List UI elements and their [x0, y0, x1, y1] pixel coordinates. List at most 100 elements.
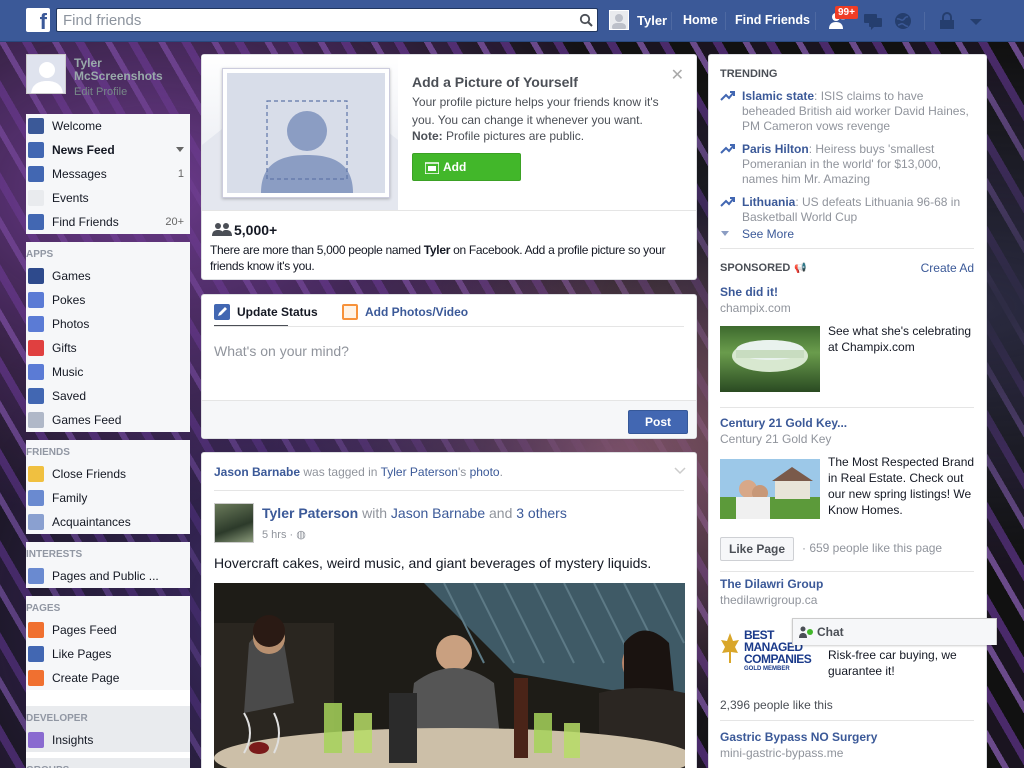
- sidebar-item-welcome[interactable]: Welcome: [26, 114, 190, 138]
- facebook-icon: [28, 118, 44, 134]
- sidebar-item-pokes[interactable]: Pokes: [26, 288, 190, 312]
- ad-image[interactable]: [720, 459, 820, 519]
- like-page-button[interactable]: Like Page: [720, 537, 795, 561]
- sidebar-item-games-feed[interactable]: Games Feed: [26, 408, 190, 432]
- ad-dilawri[interactable]: The Dilawri Group thedilawrigroup.ca BES…: [720, 577, 978, 712]
- trending-topic[interactable]: Lithuania: [742, 195, 795, 209]
- others-link[interactable]: 3 others: [516, 505, 567, 521]
- maple-leaf-icon: [721, 633, 739, 663]
- privacy-lock-icon[interactable]: [936, 11, 958, 31]
- acquaintances-icon: [28, 514, 44, 530]
- ad-gastric[interactable]: Gastric Bypass NO Surgery mini-gastric-b…: [720, 730, 978, 760]
- right-column: TRENDING Islamic state: ISIS claims to h…: [708, 54, 987, 768]
- sidebar-item-messages[interactable]: Messages 1: [26, 162, 190, 186]
- close-icon[interactable]: ✕: [671, 65, 684, 85]
- ad-champix[interactable]: She did it! champix.com See what she's c…: [720, 285, 978, 392]
- sidebar-item-label: Games Feed: [52, 413, 122, 427]
- events-icon: [28, 190, 44, 206]
- sidebar-item-close-friends[interactable]: Close Friends: [26, 462, 190, 486]
- post-button[interactable]: Post: [628, 410, 688, 434]
- context-photo-link[interactable]: photo: [470, 465, 500, 479]
- facebook-logo-icon[interactable]: f: [26, 8, 50, 32]
- create-page-icon: [28, 670, 44, 686]
- add-picture-button[interactable]: Add Picture: [412, 153, 521, 200]
- sidebar-item-label: Events: [52, 191, 89, 205]
- create-ad-link[interactable]: Create Ad: [921, 261, 974, 275]
- story-timestamp[interactable]: 5 hrs · ◍: [262, 528, 306, 541]
- profile-name[interactable]: Tyler McScreenshots: [74, 57, 184, 83]
- ad-century21[interactable]: Century 21 Gold Key... Century 21 Gold K…: [720, 416, 978, 561]
- nav-find-friends-link[interactable]: Find Friends: [735, 13, 810, 27]
- story-photo[interactable]: [214, 583, 685, 768]
- sidebar-item-games[interactable]: Games: [26, 264, 190, 288]
- camera-icon: [425, 162, 439, 174]
- people-icon: [212, 223, 232, 236]
- context-actor-link[interactable]: Jason Barnabe: [214, 465, 300, 479]
- sidebar-item-pages-feed[interactable]: Pages Feed: [26, 618, 190, 642]
- ad-headline[interactable]: The Dilawri Group: [720, 577, 978, 591]
- profile-silhouette-frame[interactable]: [222, 68, 390, 198]
- sidebar-item-count: 20+: [165, 216, 184, 228]
- trending-topic[interactable]: Paris Hilton: [742, 142, 809, 156]
- sidebar-item-family[interactable]: Family: [26, 486, 190, 510]
- tagged-friend-link[interactable]: Jason Barnabe: [391, 505, 485, 521]
- chevron-down-icon[interactable]: [674, 467, 686, 475]
- sidebar-item-pages-and-public[interactable]: Pages and Public ...: [26, 564, 190, 588]
- sidebar-item-create-page[interactable]: Create Page: [26, 666, 190, 690]
- ad-image[interactable]: [720, 326, 820, 392]
- sidebar-item-saved[interactable]: Saved: [26, 384, 190, 408]
- developer-section-title: DEVELOPER: [26, 706, 190, 728]
- search-icon[interactable]: [579, 13, 593, 27]
- sidebar-item-photos[interactable]: Photos: [26, 312, 190, 336]
- prompt-title: Add a Picture of Yourself: [412, 74, 578, 90]
- sidebar-item-find-friends[interactable]: Find Friends 20+: [26, 210, 190, 234]
- sidebar-item-news-feed[interactable]: News Feed: [26, 138, 190, 162]
- sidebar-item-events[interactable]: Events: [26, 186, 190, 210]
- nav-user-link[interactable]: Tyler: [609, 10, 667, 30]
- search-input[interactable]: [57, 9, 557, 31]
- games-icon: [28, 268, 44, 284]
- ad-headline[interactable]: Gastric Bypass NO Surgery: [720, 730, 978, 744]
- settings-dropdown-icon[interactable]: [965, 11, 987, 31]
- notifications-globe-icon[interactable]: [892, 11, 914, 31]
- story-author-link[interactable]: Tyler Paterson: [262, 505, 358, 521]
- sidebar-item-label: Pages Feed: [52, 623, 117, 637]
- nav-home-link[interactable]: Home: [683, 13, 718, 27]
- tab-update-status[interactable]: Update Status: [214, 304, 318, 320]
- trending-topic[interactable]: Islamic state: [742, 89, 814, 103]
- find-friends-icon: [28, 214, 44, 230]
- tab-add-photos[interactable]: Add Photos/Video: [342, 304, 468, 320]
- music-icon: [28, 364, 44, 380]
- trending-item[interactable]: Paris Hilton: Heiress buys 'smallest Pom…: [720, 142, 978, 187]
- sidebar-item-acquaintances[interactable]: Acquaintances: [26, 510, 190, 534]
- prompt-body: Your profile picture helps your friends …: [412, 95, 659, 127]
- ad-headline[interactable]: Century 21 Gold Key...: [720, 416, 978, 430]
- megaphone-icon: 📢: [794, 262, 807, 274]
- edit-profile-link[interactable]: Edit Profile: [74, 86, 127, 98]
- chevron-down-icon[interactable]: [176, 147, 184, 152]
- composer-input[interactable]: What's on your mind?: [214, 343, 349, 359]
- sidebar-item-label: Welcome: [52, 119, 102, 133]
- context-owner-link[interactable]: Tyler Paterson: [381, 465, 458, 479]
- author-avatar[interactable]: [214, 503, 254, 543]
- profile-picture[interactable]: [26, 54, 66, 94]
- chat-tab[interactable]: Chat: [792, 618, 997, 645]
- news-feed-icon: [28, 142, 44, 158]
- sidebar-item-gifts[interactable]: Gifts: [26, 336, 190, 360]
- sidebar-item-insights[interactable]: Insights: [26, 728, 190, 752]
- ad-text: See what she's celebrating at Champix.co…: [828, 324, 972, 354]
- insights-icon: [28, 732, 44, 748]
- gifts-icon: [28, 340, 44, 356]
- messages-icon[interactable]: [862, 11, 884, 31]
- trending-item[interactable]: Islamic state: ISIS claims to have behea…: [720, 89, 978, 134]
- trending-item[interactable]: Lithuania: US defeats Lithuania 96-68 in…: [720, 195, 978, 225]
- ad-headline[interactable]: She did it!: [720, 285, 978, 299]
- sidebar-item-music[interactable]: Music: [26, 360, 190, 384]
- chat-person-icon: [799, 626, 813, 638]
- sidebar-item-label: News Feed: [52, 143, 115, 157]
- friends-section-title: FRIENDS: [26, 440, 190, 462]
- sidebar-item-label: Create Page: [52, 671, 120, 685]
- sidebar-profile[interactable]: Tyler McScreenshots Edit Profile: [26, 54, 190, 114]
- sidebar-item-like-pages[interactable]: Like Pages: [26, 642, 190, 666]
- see-more-link[interactable]: See More: [720, 227, 794, 241]
